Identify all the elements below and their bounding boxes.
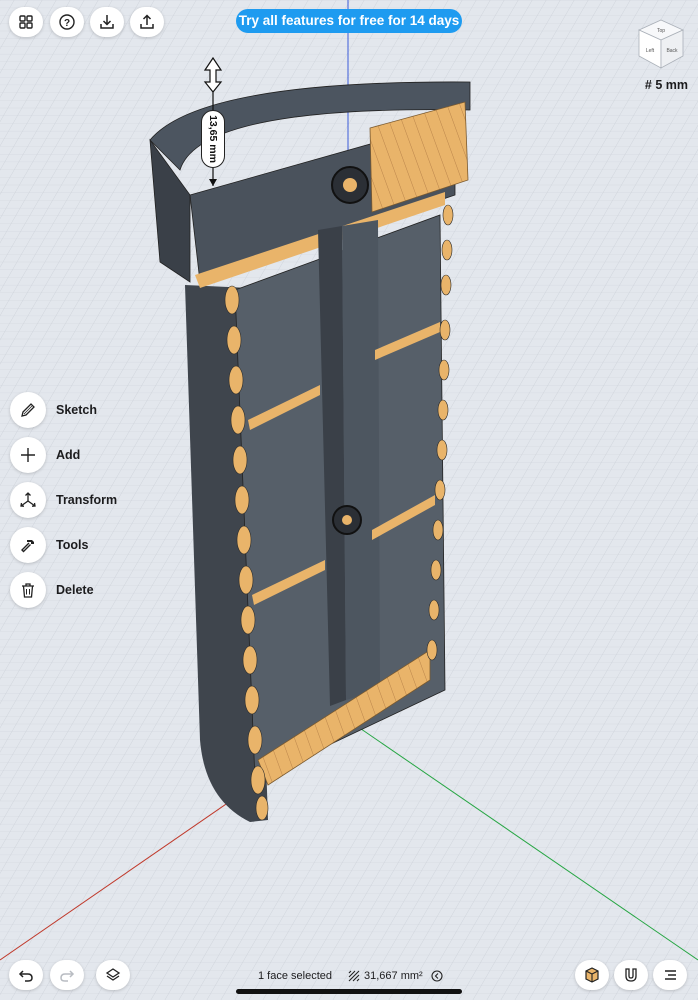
delete-button[interactable] xyxy=(10,572,46,608)
tool-label-tools: Tools xyxy=(56,538,89,552)
undo-icon xyxy=(18,970,33,982)
tool-delete[interactable]: Delete xyxy=(10,572,94,608)
hammer-icon xyxy=(21,540,34,553)
area-hatch-icon xyxy=(348,970,360,982)
selection-status: 1 face selected xyxy=(258,970,332,982)
material-button[interactable] xyxy=(575,960,609,990)
plus-icon xyxy=(21,448,35,462)
magnet-icon xyxy=(625,968,637,982)
transform-button[interactable] xyxy=(10,482,46,518)
view-cube-top-label: Top xyxy=(657,28,665,34)
grid-size-label: 5 mm xyxy=(655,78,688,92)
tool-label-add: Add xyxy=(56,448,81,462)
tool-tools[interactable]: Tools xyxy=(10,527,88,563)
history-icon[interactable] xyxy=(431,970,443,982)
layers-icon xyxy=(105,968,121,981)
tool-label-transform: Transform xyxy=(56,493,118,507)
trash-icon xyxy=(22,583,34,598)
view-cube[interactable]: Top Left Back xyxy=(636,18,686,70)
grid-size-indicator[interactable]: # 5 mm xyxy=(645,78,688,92)
help-icon: ? xyxy=(59,14,75,30)
export-button[interactable] xyxy=(130,7,164,37)
tool-label-sketch: Sketch xyxy=(56,403,97,417)
tools-button[interactable] xyxy=(10,527,46,563)
redo-button[interactable] xyxy=(50,960,84,990)
layers-button[interactable] xyxy=(96,960,130,990)
redo-icon xyxy=(60,970,75,982)
undo-button[interactable] xyxy=(9,960,43,990)
home-indicator xyxy=(236,989,462,994)
tool-sketch[interactable]: Sketch xyxy=(10,392,97,428)
view-cube-left-label: Left xyxy=(646,48,655,54)
menu-icon xyxy=(665,970,676,980)
tool-label-delete: Delete xyxy=(56,583,94,597)
area-status: 31,667 mm² xyxy=(364,970,423,982)
material-box-icon xyxy=(585,967,599,983)
more-menu-button[interactable] xyxy=(653,960,687,990)
sketch-button[interactable] xyxy=(10,392,46,428)
tool-add[interactable]: Add xyxy=(10,437,80,473)
import-button[interactable] xyxy=(90,7,124,37)
grid-hash-icon: # xyxy=(644,78,652,92)
grid-menu-button[interactable] xyxy=(9,7,43,37)
dimension-value-label[interactable]: 13,65 mm xyxy=(201,110,225,168)
tool-transform[interactable]: Transform xyxy=(10,482,117,518)
free-trial-banner[interactable]: Try all features for free for 14 days xyxy=(236,9,462,33)
grid-menu-icon xyxy=(19,15,33,29)
snap-magnet-button[interactable] xyxy=(614,960,648,990)
help-button[interactable]: ? xyxy=(50,7,84,37)
svg-text:?: ? xyxy=(64,18,70,29)
view-cube-back-label: Back xyxy=(666,48,678,54)
add-button[interactable] xyxy=(10,437,46,473)
pencil-icon xyxy=(21,403,35,417)
export-icon xyxy=(140,14,154,29)
status-bar: 1 face selected 31,667 mm² xyxy=(258,967,443,985)
dimension-value: 13,65 mm xyxy=(207,115,219,163)
transform-icon xyxy=(20,492,36,507)
import-icon xyxy=(100,15,114,29)
